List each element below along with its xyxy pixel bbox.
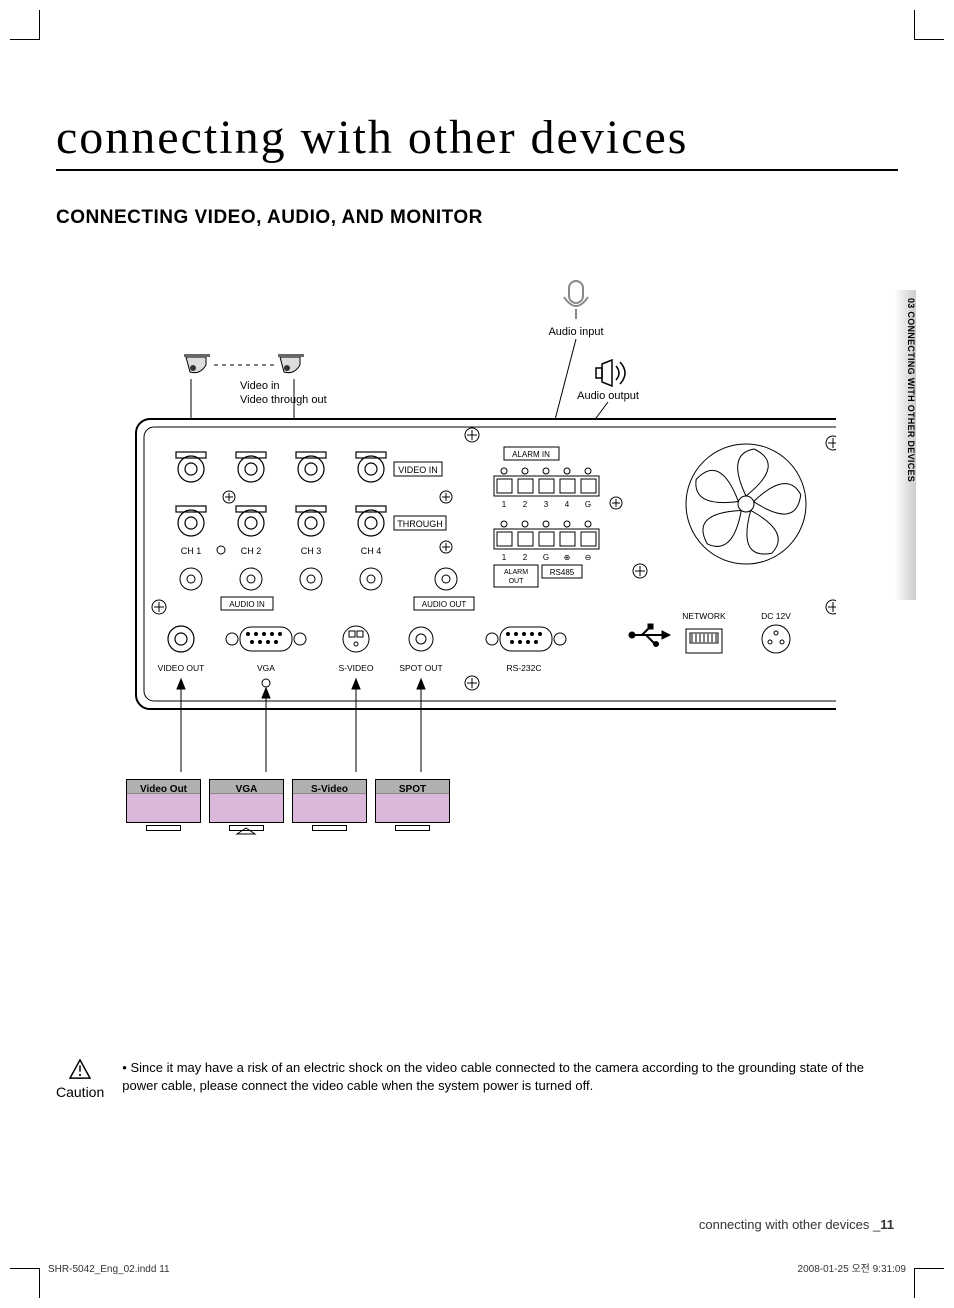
svg-text:RS-232C: RS-232C [507,663,542,673]
camera-icon [278,354,304,373]
svg-text:1: 1 [502,500,507,509]
section-heading: CONNECTING VIDEO, AUDIO, AND MONITOR [56,207,898,229]
monitor-spot: SPOT [375,779,450,831]
svg-text:SPOT OUT: SPOT OUT [399,663,442,673]
caution-text: Since it may have a risk of an electric … [122,1060,864,1093]
audio-input-label: Audio input [548,326,603,338]
svg-text:3: 3 [544,500,549,509]
svg-text:AUDIO OUT: AUDIO OUT [422,600,467,609]
caution-block: Caution • Since it may have a risk of an… [56,1059,898,1100]
svg-text:NETWORK: NETWORK [682,611,726,621]
svg-text:AUDIO IN: AUDIO IN [229,600,265,609]
svg-text:ALARM IN: ALARM IN [512,450,550,459]
print-date: 2008-01-25 오전 9:31:09 [798,1260,906,1275]
svg-text:G: G [585,500,591,509]
svg-text:4: 4 [565,500,570,509]
monitor-vga: VGA [209,779,284,831]
svg-text:2: 2 [523,500,528,509]
monitor-row: Video Out VGA S-Video SPOT [126,779,450,831]
svg-text:⊖: ⊖ [585,553,592,562]
speaker-icon [596,360,625,386]
svg-text:CH 3: CH 3 [301,546,322,556]
page-title: connecting with other devices [56,110,898,171]
svg-text:DC 12V: DC 12V [761,611,791,621]
video-through-label: Video through out [240,394,327,406]
camera-icon [184,354,210,373]
svg-text:VIDEO OUT: VIDEO OUT [158,663,205,673]
audio-output-label: Audio output [577,390,639,402]
caution-icon [69,1059,91,1079]
video-in-label: Video in [240,380,280,392]
svg-text:1: 1 [502,553,507,562]
svg-text:VGA: VGA [257,663,275,673]
monitor-video-out: Video Out [126,779,201,831]
page-footer: connecting with other devices _11 [699,1217,894,1232]
svg-text:RS485: RS485 [550,568,575,577]
svg-text:G: G [543,553,549,562]
connection-diagram: Audio input Audio output V [56,279,898,879]
indd-filename: SHR-5042_Eng_02.indd 11 [48,1264,170,1275]
caution-label: Caution [56,1084,104,1100]
svg-text:ALARM: ALARM [504,569,528,576]
svg-text:2: 2 [523,553,528,562]
svg-text:⊕: ⊕ [564,553,571,562]
svg-text:OUT: OUT [509,578,525,585]
svg-text:THROUGH: THROUGH [397,519,443,529]
svg-text:VIDEO IN: VIDEO IN [398,465,438,475]
svg-text:CH 2: CH 2 [241,546,262,556]
monitor-svideo: S-Video [292,779,367,831]
svg-text:CH 4: CH 4 [361,546,382,556]
svg-text:S-VIDEO: S-VIDEO [339,663,374,673]
svg-text:CH 1: CH 1 [181,546,202,556]
microphone-icon [564,281,588,319]
